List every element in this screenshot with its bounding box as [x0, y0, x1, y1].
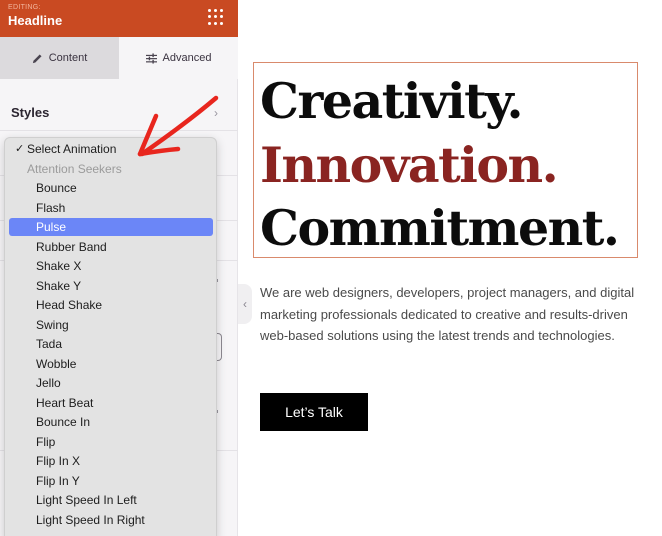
page-canvas: Creativity. Innovation. Commitment. We a…: [252, 0, 662, 536]
dropdown-option[interactable]: Flip: [9, 433, 213, 451]
dropdown-option[interactable]: Light Speed In Left: [9, 491, 213, 509]
chevron-right-icon: ›: [214, 106, 218, 120]
animation-dropdown-menu[interactable]: ✓ Select Animation Attention Seekers Bou…: [4, 137, 217, 536]
dropdown-option[interactable]: Rubber Band: [9, 238, 213, 256]
sidebar-tabs: Content Advanced: [0, 37, 238, 79]
dropdown-option[interactable]: Light Speed In Right: [9, 511, 213, 529]
tab-content[interactable]: Content: [0, 37, 119, 79]
dropdown-option-select-animation[interactable]: ✓ Select Animation: [9, 140, 213, 158]
collapse-sidebar-button[interactable]: ‹: [238, 284, 252, 324]
dropdown-option[interactable]: Jello: [9, 374, 213, 392]
intro-paragraph: We are web designers, developers, projec…: [260, 285, 635, 343]
checkmark-icon: ✓: [15, 143, 25, 155]
pencil-icon: [32, 53, 42, 63]
dropdown-option[interactable]: Wobble: [9, 355, 213, 373]
dropdown-group-label: Attention Seekers: [27, 161, 122, 176]
drag-grip-icon[interactable]: [208, 9, 224, 25]
headline-block-selected[interactable]: Creativity. Innovation. Commitment.: [253, 62, 638, 258]
tab-advanced-label: Advanced: [162, 52, 212, 64]
dropdown-option[interactable]: Shake X: [9, 257, 213, 275]
dropdown-option[interactable]: Head Shake: [9, 296, 213, 314]
divider: [0, 130, 238, 131]
headline-line-2: Innovation.: [260, 136, 559, 194]
dropdown-option[interactable]: Heart Beat: [9, 394, 213, 412]
dropdown-option[interactable]: Swing: [9, 316, 213, 334]
dropdown-option[interactable]: Flip In Y: [9, 472, 213, 490]
sliders-icon: [145, 52, 157, 64]
dropdown-option[interactable]: Bounce: [9, 179, 213, 197]
dropdown-option[interactable]: Flip In X: [9, 452, 213, 470]
tab-advanced[interactable]: Advanced: [119, 37, 238, 79]
lets-talk-button[interactable]: Let’s Talk: [260, 393, 368, 431]
styles-label: Styles: [11, 105, 50, 120]
headline-line-3: Commitment.: [260, 199, 620, 257]
option-label: Select Animation: [27, 142, 117, 156]
dropdown-option-highlighted[interactable]: Pulse: [9, 218, 213, 236]
page-builder: EDITING: Headline Content Advanced Style…: [0, 0, 662, 536]
editing-label: EDITING:: [8, 4, 41, 11]
block-title: Headline: [8, 13, 63, 28]
dropdown-option[interactable]: Tada: [9, 335, 213, 353]
headline-line-1: Creativity.: [260, 72, 524, 130]
sidebar-header: EDITING: Headline: [0, 0, 238, 37]
dropdown-option[interactable]: Shake Y: [9, 277, 213, 295]
tab-content-label: Content: [48, 52, 88, 64]
styles-section-toggle[interactable]: Styles ›: [0, 94, 238, 130]
dropdown-option[interactable]: Flash: [9, 199, 213, 217]
dropdown-option[interactable]: Bounce In: [9, 413, 213, 431]
chevron-left-icon: ‹: [243, 297, 247, 311]
